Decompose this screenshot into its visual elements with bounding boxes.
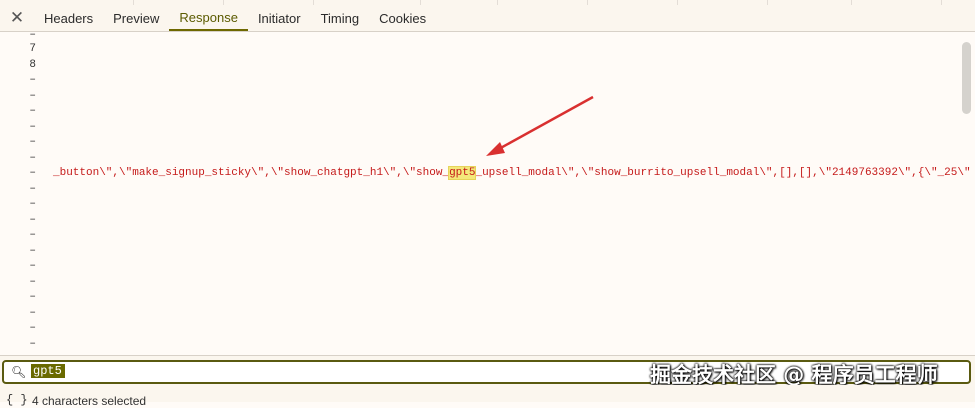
line-number: – — [29, 167, 36, 179]
line-number: – — [29, 105, 36, 117]
tab-cookies[interactable]: Cookies — [369, 5, 436, 31]
line-number: – — [29, 136, 36, 148]
close-icon[interactable]: ✕ — [0, 5, 34, 31]
line-number: 7 — [29, 43, 36, 55]
line-number: – — [29, 276, 36, 288]
line-number: – — [29, 338, 36, 350]
annotation-arrow — [486, 95, 594, 156]
line-number: – — [29, 260, 36, 272]
code-line[interactable]: _button\",\"make_signup_sticky\",\"show_… — [53, 166, 971, 180]
line-number: – — [29, 90, 36, 102]
tab-initiator[interactable]: Initiator — [248, 5, 311, 31]
line-number: – — [29, 74, 36, 86]
status-bar: { } 4 characters selected — [0, 385, 975, 408]
response-viewer[interactable]: – 7 8 – – – – – – – – – – – – – – – – – … — [0, 32, 975, 354]
line-number: – — [29, 307, 36, 319]
line-number: – — [29, 322, 36, 334]
tab-timing[interactable]: Timing — [311, 5, 370, 31]
line-number: 8 — [29, 59, 36, 71]
line-number: – — [29, 214, 36, 226]
search-icon: 🔍︎ — [11, 365, 27, 379]
line-number: – — [29, 229, 36, 241]
vertical-scrollbar[interactable] — [962, 42, 971, 114]
line-number: – — [29, 152, 36, 164]
line-number: – — [29, 245, 36, 257]
line-number: – — [29, 183, 36, 195]
line-number: – — [29, 198, 36, 210]
search-match-highlight: gpt5 — [448, 166, 477, 180]
line-number: – — [29, 32, 36, 41]
devtools-tab-bar: ✕ Headers Preview Response Initiator Tim… — [0, 5, 975, 32]
line-number-gutter: – 7 8 – – – – – – – – – – – – – – – – – … — [0, 32, 46, 354]
tab-preview[interactable]: Preview — [103, 5, 169, 31]
selection-status: 4 characters selected — [32, 394, 147, 408]
tab-headers[interactable]: Headers — [34, 5, 103, 31]
line-number: – — [29, 291, 36, 303]
tab-response[interactable]: Response — [169, 5, 248, 31]
code-text-after: _upsell_modal\",\"show_burrito_upsell_mo… — [475, 167, 971, 179]
code-text-before: _button\",\"make_signup_sticky\",\"show_… — [53, 167, 450, 179]
search-input[interactable] — [31, 364, 65, 378]
line-number: – — [29, 121, 36, 133]
pretty-print-icon[interactable]: { } — [6, 393, 28, 407]
